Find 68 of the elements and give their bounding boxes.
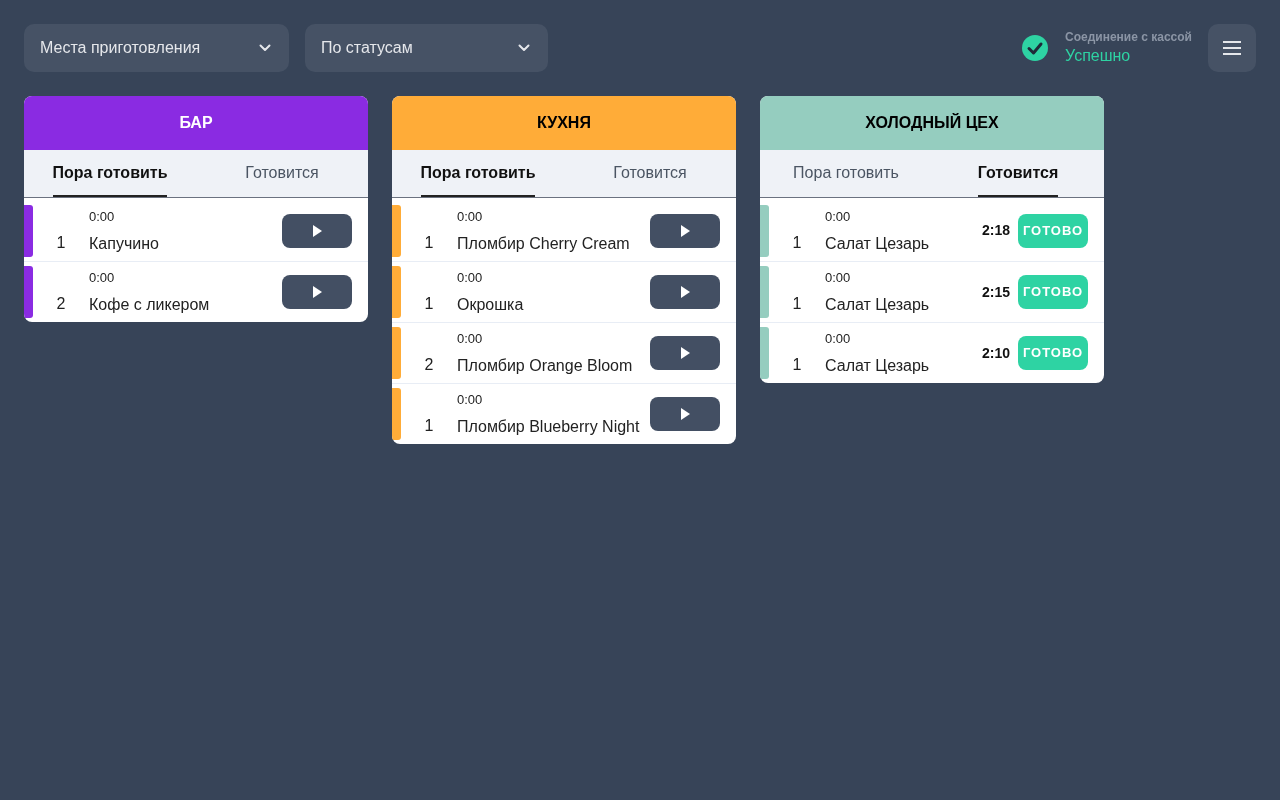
start-button[interactable] [650,275,720,309]
color-stripe [760,204,769,257]
play-icon [680,286,690,298]
play-icon [312,286,322,298]
dish-name: Салат Цезарь [825,233,931,254]
play-icon [680,347,690,359]
status-tab[interactable]: Готовится [245,150,319,197]
start-button[interactable] [650,336,720,370]
start-button[interactable] [650,213,720,248]
color-stripe [760,266,769,318]
order-time: 0:00 [457,269,484,287]
connection-caption: Соединение с кассой [1065,29,1192,45]
dish-name: Капучино [89,233,160,254]
start-button[interactable] [282,275,352,309]
station-title: ХОЛОДНЫЙ ЦЕХ [865,112,999,133]
quantity: 2 [55,294,67,314]
connection-status: Успешно [1065,46,1132,66]
color-stripe [24,204,33,257]
quantity: 1 [423,233,435,253]
quantity: 1 [791,233,803,253]
filter-dropdown[interactable]: Места приготовления [24,24,289,72]
quantity: 2 [423,355,435,375]
color-stripe [392,204,401,257]
order-time: 0:00 [457,207,484,226]
order-time: 0:00 [825,207,852,226]
dish-name: Пломбир Cherry Cream [457,233,631,254]
elapsed-time: 2:18 [981,221,1010,240]
quantity: 1 [423,294,435,314]
menu-button[interactable] [1208,24,1256,72]
color-stripe [392,388,401,440]
quantity: 1 [791,355,803,375]
dish-name: Кофе с ликером [89,295,211,315]
color-stripe [24,266,33,318]
start-button[interactable] [282,213,352,248]
order-time: 0:00 [457,330,484,348]
color-stripe [760,327,769,379]
station-title: БАР [179,113,213,133]
dish-name: Пломбир Orange Bloom [457,356,634,376]
dish-name: Салат Цезарь [825,295,931,315]
play-icon [312,224,322,237]
dish-name: Салат Цезарь [825,356,931,376]
status-tab[interactable]: Готовится [977,150,1059,197]
color-stripe [392,327,401,379]
order-time: 0:00 [89,207,116,226]
start-button[interactable] [650,397,720,431]
elapsed-time: 2:15 [981,282,1010,302]
elapsed-time: 2:10 [981,343,1010,363]
status-tab[interactable]: Пора готовить [420,150,536,197]
filter-dropdown[interactable]: По статусам [305,24,548,72]
order-time: 0:00 [457,391,484,409]
dish-name: Окрошка [457,295,525,315]
play-icon [680,224,690,237]
play-icon [680,408,690,420]
order-time: 0:00 [89,269,116,287]
order-time: 0:00 [825,269,852,287]
menu-icon [1223,41,1241,55]
color-stripe [392,266,401,318]
order-time: 0:00 [825,330,852,348]
station-title: КУХНЯ [537,113,591,133]
dish-name: Пломбир Blueberry Night [457,417,641,437]
quantity: 1 [55,233,67,253]
chevron-down-icon [259,44,271,52]
quantity: 1 [423,416,435,436]
status-tab[interactable]: Пора готовить [793,150,899,197]
chevron-down-icon [518,44,530,52]
status-tab[interactable]: Готовится [613,150,687,197]
quantity: 1 [791,294,803,314]
status-tab[interactable]: Пора готовить [52,150,168,197]
